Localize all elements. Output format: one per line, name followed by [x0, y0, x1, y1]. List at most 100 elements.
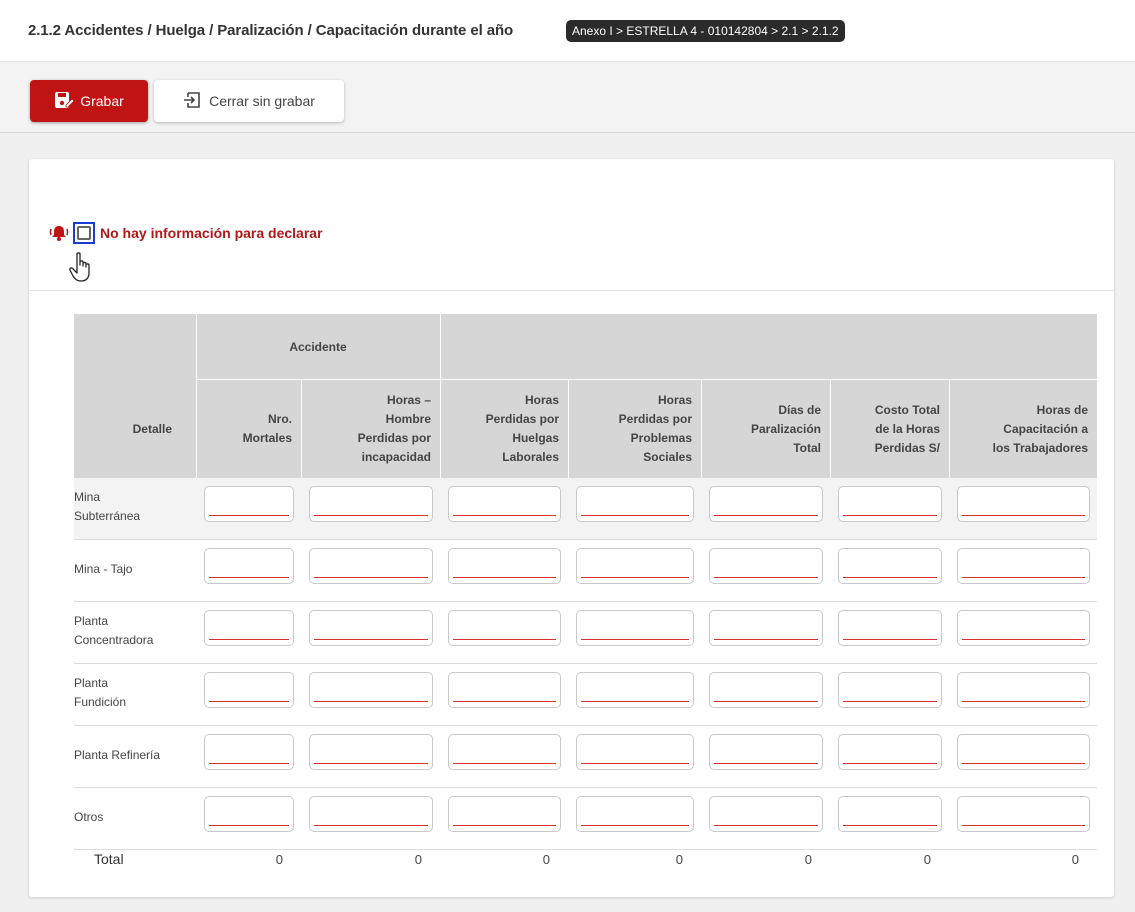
column-header-line: Hombre [385, 412, 431, 426]
value-input[interactable] [709, 672, 823, 708]
row-label-line: Otros [74, 809, 104, 824]
value-input[interactable] [204, 610, 294, 646]
form-card: No hay información para declarar Acciden… [29, 159, 1114, 897]
total-value: 0 [804, 852, 812, 867]
column-header-line: Huelgas [512, 431, 559, 445]
value-input[interactable] [204, 548, 294, 584]
toolbar: Grabar Cerrar sin grabar [0, 62, 1135, 133]
total-value: 0 [1071, 852, 1079, 867]
column-header-line: Total [793, 440, 821, 455]
column-header-line: Horas de [1036, 402, 1088, 417]
column-header-line: Horas – [386, 393, 431, 407]
page-title: 2.1.2 Accidentes / Huelga / Paralización… [28, 22, 514, 39]
row-label: Planta Fundición [74, 674, 126, 712]
column-header-4: Horas Perdidas por Problemas Sociales [568, 391, 692, 467]
column-header-line: Problemas [630, 431, 692, 445]
column-header-line: Perdidas por [618, 412, 692, 426]
value-input[interactable] [838, 672, 942, 708]
header-separator [196, 379, 1097, 380]
value-input[interactable] [448, 610, 561, 646]
value-input[interactable] [204, 672, 294, 708]
title-bar: 2.1.2 Accidentes / Huelga / Paralización… [0, 0, 1135, 62]
group-header-accidente: Accidente [289, 340, 347, 354]
value-input[interactable] [838, 486, 942, 522]
column-header-line: Sociales [643, 450, 692, 464]
value-input[interactable] [448, 486, 561, 522]
value-input[interactable] [576, 796, 694, 832]
value-input[interactable] [576, 486, 694, 522]
no-info-checkbox[interactable] [73, 222, 95, 244]
row-label-line: Planta Refinería [74, 747, 161, 762]
row-label-line: Subterránea [74, 509, 141, 523]
table-row: Planta Refinería [74, 726, 1097, 788]
row-label-line: Mina [74, 490, 101, 504]
total-label: Total [94, 851, 124, 867]
column-header-6: Costo Total de la Horas Perdidas S/ [830, 401, 940, 458]
column-header-line: Nro. [268, 412, 292, 426]
value-input[interactable] [838, 796, 942, 832]
value-input[interactable] [838, 610, 942, 646]
value-input[interactable] [204, 796, 294, 832]
value-input[interactable] [576, 610, 694, 646]
value-input[interactable] [309, 672, 433, 708]
column-header-2: Horas – Hombre Perdidas por incapacidad [301, 391, 431, 467]
row-label-line: Fundición [74, 695, 127, 709]
value-input[interactable] [309, 486, 433, 522]
exit-icon [183, 91, 201, 111]
value-input[interactable] [709, 548, 823, 584]
value-input[interactable] [309, 796, 433, 832]
value-input[interactable] [957, 672, 1090, 708]
column-header-line: Días de [778, 402, 821, 417]
total-value: 0 [542, 852, 550, 867]
row-label: Planta Concentradora [74, 612, 153, 650]
value-input[interactable] [709, 486, 823, 522]
total-value: 0 [414, 852, 422, 867]
value-input[interactable] [448, 734, 561, 770]
value-input[interactable] [448, 796, 561, 832]
column-header-line: Horas [524, 393, 559, 407]
value-input[interactable] [838, 548, 942, 584]
value-input[interactable] [957, 610, 1090, 646]
close-without-saving-button[interactable]: Cerrar sin grabar [154, 80, 344, 122]
value-input[interactable] [709, 734, 823, 770]
column-header-line: Paralización [750, 421, 821, 436]
column-header-7: Horas de Capacitación a los Trabajadores [949, 401, 1088, 458]
value-input[interactable] [204, 486, 294, 522]
column-header-5: Días de Paralización Total [701, 401, 821, 458]
header-divider [196, 314, 197, 478]
breadcrumb[interactable]: Anexo I > ESTRELLA 4 - 010142804 > 2.1 >… [566, 20, 845, 42]
bell-icon [49, 224, 71, 242]
column-header-line: Costo Total [874, 402, 940, 417]
value-input[interactable] [838, 734, 942, 770]
total-value: 0 [923, 852, 931, 867]
total-row: Total 0 0 0 0 0 0 0 [74, 850, 1097, 874]
table-row: Planta Fundición [74, 664, 1097, 726]
column-header-line: los Trabajadores [992, 440, 1088, 455]
column-header-line: Perdidas por [485, 412, 559, 426]
value-input[interactable] [576, 672, 694, 708]
divider [29, 290, 1114, 291]
value-input[interactable] [309, 734, 433, 770]
value-input[interactable] [709, 796, 823, 832]
value-input[interactable] [957, 548, 1090, 584]
row-label-line: Mina - Tajo [74, 561, 133, 576]
value-input[interactable] [957, 486, 1090, 522]
value-input[interactable] [576, 734, 694, 770]
save-icon [54, 91, 75, 112]
column-header-line: Mortales [242, 431, 292, 445]
value-input[interactable] [309, 548, 433, 584]
value-input[interactable] [709, 610, 823, 646]
row-label-line: Planta [74, 676, 109, 690]
value-input[interactable] [309, 610, 433, 646]
value-input[interactable] [957, 796, 1090, 832]
value-input[interactable] [448, 548, 561, 584]
hand-pointer-icon [69, 252, 95, 289]
value-input[interactable] [576, 548, 694, 584]
value-input[interactable] [957, 734, 1090, 770]
value-input[interactable] [204, 734, 294, 770]
total-value: 0 [675, 852, 683, 867]
value-input[interactable] [448, 672, 561, 708]
checkbox-box [77, 226, 91, 240]
row-label: Planta Refinería [74, 746, 160, 765]
save-button[interactable]: Grabar [30, 80, 148, 122]
